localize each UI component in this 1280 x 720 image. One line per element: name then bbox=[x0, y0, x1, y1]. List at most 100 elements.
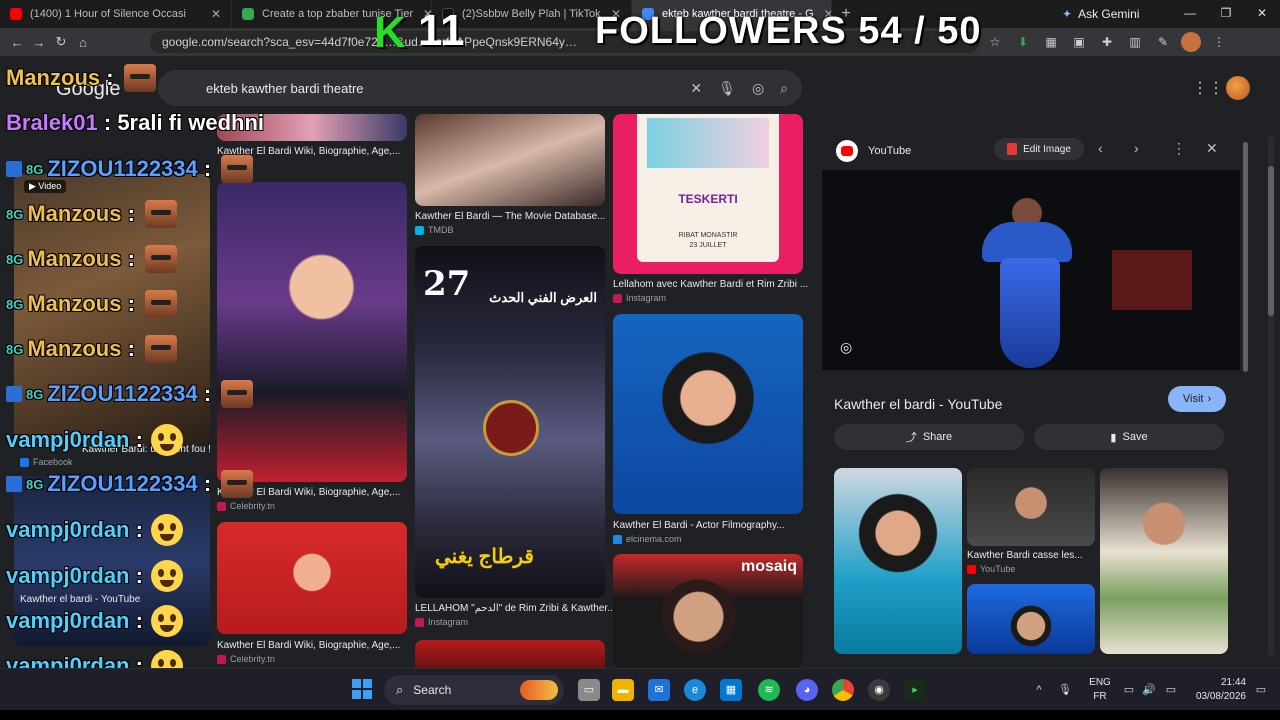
laughing-emoji-icon bbox=[150, 560, 183, 592]
ticket-venue: RIBAT MONASTIR bbox=[678, 232, 738, 239]
star-icon[interactable]: ☆ bbox=[985, 32, 1005, 52]
youtube-icon bbox=[836, 140, 858, 162]
image-result[interactable] bbox=[217, 522, 407, 634]
next-icon[interactable]: › bbox=[1134, 140, 1139, 156]
image-result[interactable] bbox=[415, 640, 605, 668]
result-caption[interactable]: Kawther El Bardi Wiki, Biographie, Age,.… bbox=[217, 640, 400, 651]
result-source: Celebrity.tn bbox=[217, 654, 275, 664]
edge-icon[interactable]: e bbox=[684, 679, 706, 701]
result-caption[interactable]: Kawther el bardi - YouTube bbox=[20, 594, 140, 605]
result-caption[interactable]: LELLAHOM "الدحم" de Rim Zribi & Kawther.… bbox=[415, 603, 616, 614]
forward-icon[interactable]: → bbox=[28, 35, 50, 50]
profile-icon[interactable] bbox=[1181, 32, 1201, 52]
search-icon[interactable]: ⌕ bbox=[780, 80, 788, 97]
festival-emblem-icon bbox=[483, 400, 539, 456]
edit-icon[interactable]: ✎ bbox=[1153, 32, 1173, 52]
visit-label: Visit bbox=[1182, 393, 1204, 405]
menu-icon[interactable]: ⋮ bbox=[1209, 32, 1229, 52]
related-image[interactable] bbox=[1100, 468, 1228, 654]
extensions: ☆ ⬇ ▦ ▣ ✚ ▥ ✎ ⋮ bbox=[985, 32, 1229, 52]
preview-image[interactable]: ◎ bbox=[822, 170, 1240, 370]
ticket-brand: TESKERTI bbox=[678, 192, 738, 206]
discord-icon[interactable]: ◕ bbox=[796, 679, 818, 701]
lens-icon[interactable]: ◎ bbox=[840, 339, 852, 356]
close-icon[interactable]: ✕ bbox=[201, 7, 221, 21]
clear-icon[interactable]: ✕ bbox=[690, 80, 702, 97]
clock[interactable]: 21:44 03/08/2026 bbox=[1188, 676, 1246, 704]
bottom-strip bbox=[0, 710, 1280, 720]
share-label: Share bbox=[922, 431, 953, 443]
chrome-icon[interactable] bbox=[832, 679, 854, 701]
minimize-icon[interactable]: — bbox=[1172, 0, 1208, 28]
image-result-poster[interactable]: 27 العرض الفني الحدث قرطاج يغني bbox=[415, 246, 605, 598]
maximize-icon[interactable]: ❐ bbox=[1208, 0, 1244, 28]
microphone-icon[interactable]: 🎙 bbox=[1054, 679, 1076, 701]
windows-start-icon[interactable] bbox=[352, 679, 372, 699]
related-image[interactable] bbox=[967, 584, 1095, 654]
overlay-k-letter: K bbox=[374, 8, 406, 57]
tray-chevron-icon[interactable]: ^ bbox=[1028, 679, 1050, 701]
edit-image-button[interactable]: Edit Image bbox=[994, 138, 1084, 160]
share-button[interactable]: ⤴ Share bbox=[834, 424, 1024, 450]
back-icon[interactable]: ← bbox=[6, 35, 28, 50]
store-icon[interactable]: ▦ bbox=[720, 679, 742, 701]
bookmark-icon: ▮ bbox=[1110, 431, 1117, 444]
ask-gemini-button[interactable]: ✦ Ask Gemini bbox=[1062, 0, 1139, 28]
sidebar-icon[interactable]: ▥ bbox=[1125, 32, 1145, 52]
poster-bottom-text: قرطاج يغني bbox=[435, 546, 534, 568]
image-result[interactable] bbox=[415, 114, 605, 206]
avatar[interactable] bbox=[1226, 76, 1250, 100]
taskbar-search[interactable]: ⌕ Search bbox=[384, 675, 564, 705]
terminal-icon[interactable]: ▸ bbox=[904, 679, 926, 701]
panel-title[interactable]: Kawther el bardi - YouTube bbox=[834, 396, 1002, 412]
close-icon[interactable]: ✕ bbox=[1206, 140, 1218, 157]
volume-icon[interactable]: 🔊 bbox=[1138, 679, 1160, 701]
microphone-icon[interactable]: 🎙 bbox=[718, 80, 736, 97]
image-result[interactable] bbox=[613, 314, 803, 514]
related-caption[interactable]: Kawther Bardi casse les... bbox=[967, 550, 1083, 561]
extension-icon[interactable]: ▣ bbox=[1069, 32, 1089, 52]
edit-image-label: Edit Image bbox=[1023, 143, 1071, 155]
result-caption[interactable]: Kawther El Bardi - Actor Filmography... bbox=[613, 520, 785, 531]
panel-scrollbar[interactable] bbox=[1243, 142, 1248, 372]
extension-icon[interactable]: ▦ bbox=[1041, 32, 1061, 52]
image-result-ticket[interactable]: TESKERTI RIBAT MONASTIR 23 JUILLET bbox=[613, 114, 803, 274]
search-icon: ⌕ bbox=[396, 682, 404, 697]
result-caption[interactable]: Kawther El Bardi — The Movie Database... bbox=[415, 211, 605, 222]
tab-youtube[interactable]: (1400) 1 Hour of Silence Occasi ✕ bbox=[0, 0, 232, 28]
image-result[interactable]: mosaiq bbox=[613, 554, 803, 668]
outlook-icon[interactable]: ✉ bbox=[648, 679, 670, 701]
home-icon[interactable]: ⌂ bbox=[72, 35, 94, 50]
monitor-icon[interactable]: ▭ bbox=[1118, 679, 1140, 701]
image-result[interactable] bbox=[217, 182, 407, 482]
language-indicator[interactable]: ENG FR bbox=[1086, 676, 1114, 704]
more-icon[interactable]: ⋮ bbox=[1172, 140, 1186, 157]
visit-button[interactable]: Visit › bbox=[1168, 386, 1226, 412]
download-icon[interactable]: ⬇ bbox=[1013, 32, 1033, 52]
file-explorer-icon[interactable]: ▬ bbox=[612, 679, 634, 701]
twitch-icon bbox=[6, 386, 22, 402]
notification-icon[interactable]: ▭ bbox=[1250, 679, 1272, 701]
save-button[interactable]: ▮ Save bbox=[1034, 424, 1224, 450]
poster-number: 27 bbox=[423, 264, 471, 304]
page-scrollbar[interactable] bbox=[1268, 136, 1274, 656]
panel-source[interactable]: YouTube bbox=[836, 140, 911, 162]
task-view-icon[interactable]: ▭ bbox=[578, 679, 600, 701]
obs-icon[interactable]: ◉ bbox=[868, 679, 890, 701]
reload-icon[interactable]: ↻ bbox=[50, 34, 72, 50]
previous-icon[interactable]: ‹ bbox=[1098, 140, 1103, 156]
spotify-icon[interactable]: ≋ bbox=[758, 679, 780, 701]
emote-icon bbox=[144, 290, 177, 318]
twitch-icon bbox=[6, 476, 22, 492]
puzzle-icon[interactable]: ✚ bbox=[1097, 32, 1117, 52]
related-image[interactable] bbox=[834, 468, 962, 654]
search-input[interactable]: ekteb kawther bardi theatre ✕ 🎙 ◎ ⌕ bbox=[158, 70, 802, 106]
close-window-icon[interactable]: ✕ bbox=[1244, 0, 1280, 28]
related-image[interactable] bbox=[967, 468, 1095, 546]
result-source: elcinema.com bbox=[613, 534, 682, 544]
chat-message: vampj0rdan : bbox=[6, 514, 183, 546]
result-caption[interactable]: Lellahom avec Kawther Bardi et Rim Zribi… bbox=[613, 279, 808, 290]
battery-icon[interactable]: ▭ bbox=[1160, 679, 1182, 701]
lens-icon[interactable]: ◎ bbox=[752, 80, 764, 97]
emote-icon bbox=[123, 64, 156, 92]
